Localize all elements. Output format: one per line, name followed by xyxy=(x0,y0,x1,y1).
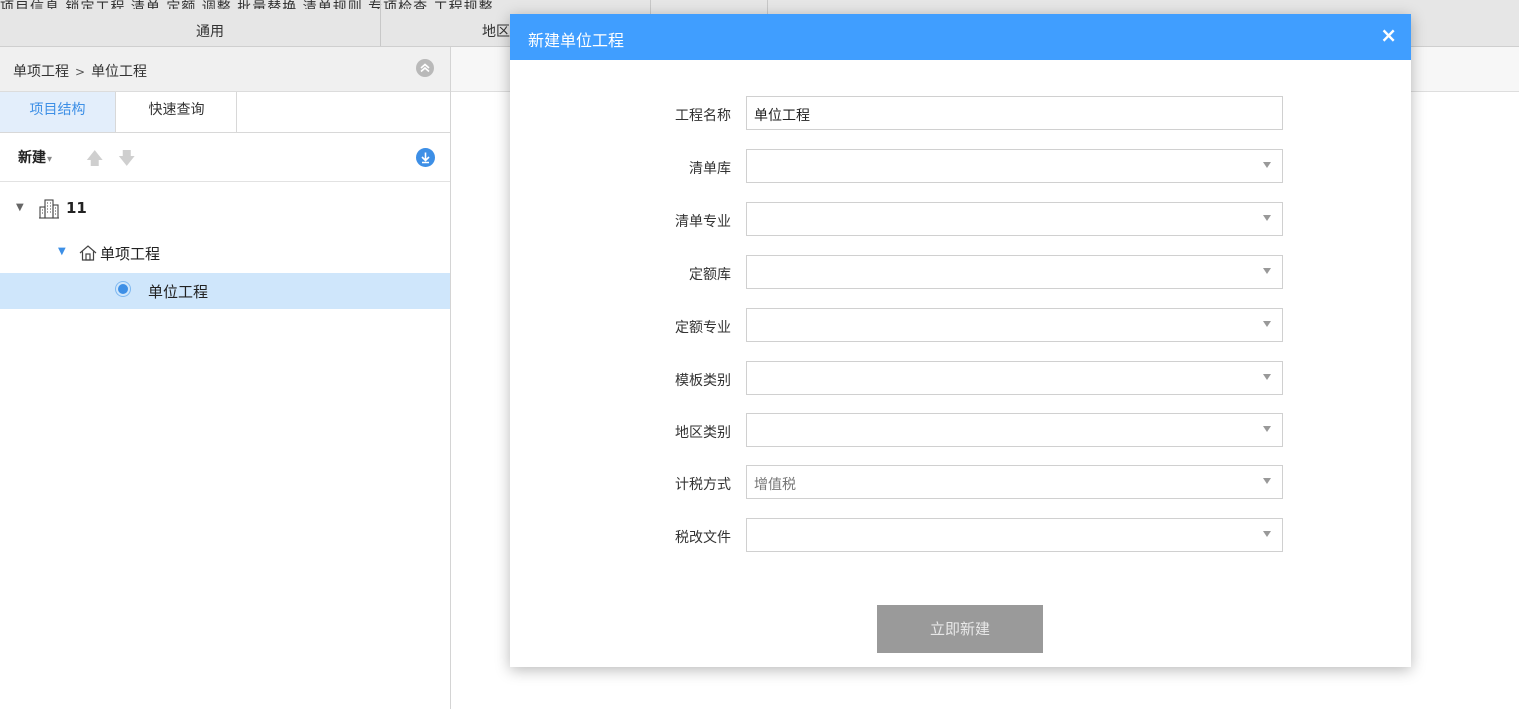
project-structure-pane: 单项工程 > 单位工程 项目结构 快速查询 新建▾ 🡅 🡇 ▼ 11 ▼ 单项工… xyxy=(0,47,451,709)
close-icon[interactable]: × xyxy=(1380,23,1397,47)
field-label: 清单库 xyxy=(689,161,731,177)
expand-triangle-icon[interactable]: ▼ xyxy=(16,202,24,213)
tax-reform-file-select[interactable] xyxy=(746,518,1283,552)
form-row-tax-method: 计税方式 增值税 xyxy=(510,465,1411,501)
region-category-select[interactable] xyxy=(746,413,1283,447)
chevron-down-icon xyxy=(1263,531,1271,537)
dialog-header: 新建单位工程 × xyxy=(510,14,1411,60)
form-row-project-name: 工程名称 单位工程 xyxy=(510,96,1411,132)
chevron-down-icon xyxy=(1263,374,1271,380)
field-label: 定额专业 xyxy=(675,320,731,336)
form-row-region-category: 地区类别 xyxy=(510,413,1411,449)
field-label: 清单专业 xyxy=(675,214,731,230)
chevron-down-icon xyxy=(1263,426,1271,432)
breadcrumb-parent[interactable]: 单项工程 xyxy=(13,64,69,80)
field-label: 地区类别 xyxy=(675,425,731,441)
chevron-down-icon: ▾ xyxy=(47,154,53,165)
tree-node-single-project[interactable]: ▼ 单项工程 xyxy=(0,235,450,271)
form-row-quota-specialty: 定额专业 xyxy=(510,308,1411,344)
tab-quick-query[interactable]: 快速查询 xyxy=(117,92,237,132)
ribbon-divider xyxy=(380,0,381,46)
quota-specialty-select[interactable] xyxy=(746,308,1283,342)
bill-library-select[interactable] xyxy=(746,149,1283,183)
form-row-bill-library: 清单库 xyxy=(510,149,1411,185)
dialog-title: 新建单位工程 xyxy=(528,31,625,50)
move-up-icon[interactable]: 🡅 xyxy=(86,146,103,175)
pane-tabs: 项目结构 快速查询 xyxy=(0,92,450,133)
new-unit-project-dialog: 新建单位工程 × 工程名称 单位工程 清单库 清单专业 定额库 定额专业 模板类… xyxy=(510,14,1411,667)
ribbon-cut-labels: 项目信息 锁定工程 清单 定额 调整 批量替换 清单规则 专项检查 工程规整 xyxy=(0,0,494,9)
ribbon-group-region: 地区 xyxy=(482,24,510,40)
breadcrumb-separator: > xyxy=(75,65,86,79)
quota-library-select[interactable] xyxy=(746,255,1283,289)
chevron-down-icon xyxy=(1263,478,1271,484)
move-down-icon[interactable]: 🡇 xyxy=(118,146,135,175)
project-name-input[interactable]: 单位工程 xyxy=(746,96,1283,130)
field-value: 增值税 xyxy=(754,477,796,493)
tab-project-structure[interactable]: 项目结构 xyxy=(0,92,116,132)
house-icon xyxy=(78,243,98,267)
field-label: 税改文件 xyxy=(675,530,731,546)
download-icon[interactable] xyxy=(416,148,435,167)
chevron-down-icon xyxy=(1263,268,1271,274)
field-label: 工程名称 xyxy=(675,108,731,124)
collapse-up-icon[interactable] xyxy=(416,59,434,77)
tree-node-label: 单项工程 xyxy=(100,245,161,263)
breadcrumb: 单项工程 > 单位工程 xyxy=(0,47,450,92)
chevron-down-icon xyxy=(1263,215,1271,221)
field-value: 单位工程 xyxy=(754,108,810,124)
form-row-template-category: 模板类别 xyxy=(510,361,1411,397)
building-icon xyxy=(38,198,60,224)
bill-specialty-select[interactable] xyxy=(746,202,1283,236)
form-row-quota-library: 定额库 xyxy=(510,255,1411,291)
create-now-button[interactable]: 立即新建 xyxy=(877,605,1043,653)
radio-dot-icon xyxy=(118,284,128,294)
template-category-select[interactable] xyxy=(746,361,1283,395)
ribbon-group-general: 通用 xyxy=(196,24,224,40)
tree-node-label: 单位工程 xyxy=(148,283,209,301)
tax-method-select[interactable]: 增值税 xyxy=(746,465,1283,499)
chevron-down-icon xyxy=(1263,162,1271,168)
new-button-label: 新建 xyxy=(18,150,46,166)
tree-node-label: 11 xyxy=(66,199,87,217)
chevron-down-icon xyxy=(1263,321,1271,327)
tree-node-unit-project[interactable]: 单位工程 xyxy=(0,273,450,309)
field-label: 模板类别 xyxy=(675,373,731,389)
expand-triangle-icon[interactable]: ▼ xyxy=(58,246,66,257)
field-label: 计税方式 xyxy=(675,477,731,493)
tree-node-project[interactable]: ▼ 11 xyxy=(0,191,450,227)
form-row-bill-specialty: 清单专业 xyxy=(510,202,1411,238)
field-label: 定额库 xyxy=(689,267,731,283)
new-dropdown-button[interactable]: 新建▾ xyxy=(18,147,52,167)
form-row-tax-reform-file: 税改文件 xyxy=(510,518,1411,554)
breadcrumb-current: 单位工程 xyxy=(91,64,148,80)
tree-toolbar: 新建▾ 🡅 🡇 xyxy=(0,133,450,182)
